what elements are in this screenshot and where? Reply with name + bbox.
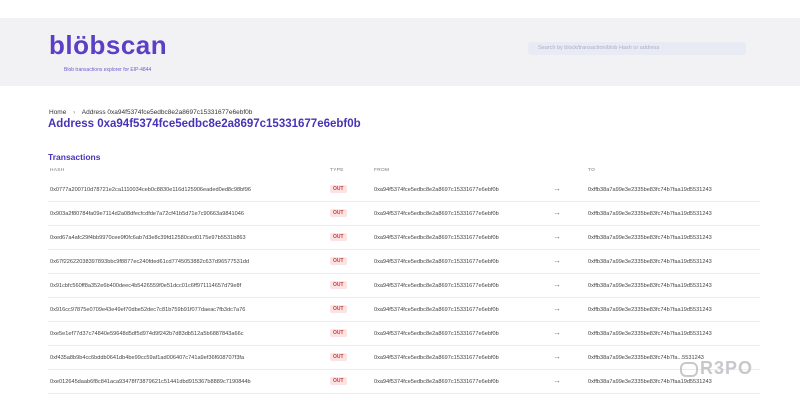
breadcrumb-separator: › <box>73 109 76 116</box>
tx-hash-link[interactable]: 0xe012645daab6f8c841aca93478f73879621c51… <box>50 379 251 385</box>
tx-type-badge: OUT <box>330 185 347 193</box>
tx-type-badge: OUT <box>330 329 347 337</box>
tx-to-link[interactable]: 0xffb38a7a99e3e2335be83fc74b7fa...553124… <box>588 355 704 361</box>
tx-from-link[interactable]: 0xa94f5374fce5edbc8e2a8697c15331677e6ebf… <box>374 307 499 313</box>
tx-hash-link[interactable]: 0x903a2f80784fa09e7114d2a08dfecfcdfde7a7… <box>50 211 244 217</box>
tx-to-link[interactable]: 0xffb38a7a99e3e2335be83fc74b7faa19d55312… <box>588 379 712 385</box>
tx-type-badge: OUT <box>330 257 347 265</box>
tx-type-badge: OUT <box>330 209 347 217</box>
table-row[interactable]: 0xed67a4afc29f4bb9970cee9f0fc6ab7d3e8c39… <box>48 226 760 250</box>
arrow-right-icon: → <box>553 232 561 241</box>
tx-hash-link[interactable]: 0xed67a4afc29f4bb9970cee9f0fc6ab7d3e8c39… <box>50 235 246 241</box>
tx-to-link[interactable]: 0xffb38a7a99e3e2335be83fc74b7faa19d55312… <box>588 283 712 289</box>
arrow-right-icon: → <box>553 328 561 337</box>
arrow-right-icon: → <box>553 304 561 313</box>
arrow-right-icon: → <box>553 280 561 289</box>
tx-type-badge: OUT <box>330 305 347 313</box>
tx-hash-link[interactable]: 0xf435a8b9b4cc6bddb0641db4be99cc59af1ad0… <box>50 355 244 361</box>
tx-from-link[interactable]: 0xa94f5374fce5edbc8e2a8697c15331677e6ebf… <box>374 235 499 241</box>
tx-from-link[interactable]: 0xa94f5374fce5edbc8e2a8697c15331677e6ebf… <box>374 283 499 289</box>
breadcrumb-current: Address 0xa94f5374fce5edbc8e2a8697c15331… <box>81 109 253 116</box>
tx-type-badge: OUT <box>330 377 347 385</box>
transactions-title: Transactions <box>48 152 101 162</box>
tx-from-link[interactable]: 0xa94f5374fce5edbc8e2a8697c15331677e6ebf… <box>374 211 499 217</box>
table-row[interactable]: 0x903a2f80784fa09e7114d2a08dfecfcdfde7a7… <box>48 202 760 226</box>
tx-hash-link[interactable]: 0xe5e1ef77d37c74840e59648d5df5d974d9f242… <box>50 331 244 337</box>
blobscan-logo[interactable]: blöbscan <box>49 30 167 60</box>
tx-from-link[interactable]: 0xa94f5374fce5edbc8e2a8697c15331677e6ebf… <box>374 355 499 361</box>
tx-to-link[interactable]: 0xffb38a7a99e3e2335be83fc74b7faa19d55312… <box>588 235 712 241</box>
tx-to-link[interactable]: 0xffb38a7a99e3e2335be83fc74b7faa19d55312… <box>588 307 712 313</box>
tx-hash-link[interactable]: 0x67f22622038397893bbc9f8877ec240fded61c… <box>50 259 249 265</box>
tx-hash-link[interactable]: 0x916cc97875e0709e43e49ef70dbe52dec7c81b… <box>50 307 245 313</box>
table-row[interactable]: 0xe5e1ef77d37c74840e59648d5df5d974d9f242… <box>48 322 760 346</box>
page-title: Address 0xa94f5374fce5edbc8e2a8697c15331… <box>48 118 361 130</box>
arrow-right-icon: → <box>553 208 561 217</box>
table-row[interactable]: 0x67f22622038397893bbc9f8877ec240fded61c… <box>48 250 760 274</box>
tx-type-badge: OUT <box>330 353 347 361</box>
site-header: blöbscan Blob transactions explorer for … <box>0 18 800 86</box>
tx-hash-link[interactable]: 0x0777a200710d78721e2ca1110034ceb0c8830e… <box>50 187 251 193</box>
tx-to-link[interactable]: 0xffb38a7a99e3e2335be83fc74b7faa19d55312… <box>588 331 712 337</box>
column-header-type: TYPE <box>330 168 344 173</box>
column-header-from: FROM <box>374 168 390 173</box>
tx-from-link[interactable]: 0xa94f5374fce5edbc8e2a8697c15331677e6ebf… <box>374 331 499 337</box>
watermark: R3PO <box>700 358 754 378</box>
tx-to-link[interactable]: 0xffb38a7a99e3e2335be83fc74b7faa19d55312… <box>588 259 712 265</box>
breadcrumb-home-link[interactable]: Home <box>49 109 66 116</box>
column-header-to: TO <box>588 168 596 173</box>
tagline: Blob transactions explorer for EIP-4844 <box>64 67 152 73</box>
table-row[interactable]: 0x0777a200710d78721e2ca1110034ceb0c8830e… <box>48 178 760 202</box>
table-row[interactable]: 0x916cc97875e0709e43e49ef70dbe52dec7c81b… <box>48 298 760 322</box>
table-row[interactable]: 0xf435a8b9b4cc6bddb0641db4be99cc59af1ad0… <box>48 346 760 370</box>
column-header-hash: HASH <box>50 168 65 173</box>
search-input[interactable]: Search by block/transaction/blob Hash or… <box>528 42 746 55</box>
arrow-right-icon: → <box>553 256 561 265</box>
tx-type-badge: OUT <box>330 233 347 241</box>
tx-from-link[interactable]: 0xa94f5374fce5edbc8e2a8697c15331677e6ebf… <box>374 259 499 265</box>
wechat-icon <box>680 362 698 377</box>
tx-to-link[interactable]: 0xffb38a7a99e3e2335be83fc74b7faa19d55312… <box>588 187 712 193</box>
tx-type-badge: OUT <box>330 281 347 289</box>
tx-from-link[interactable]: 0xa94f5374fce5edbc8e2a8697c15331677e6ebf… <box>374 187 499 193</box>
breadcrumb: Home › Address 0xa94f5374fce5edbc8e2a869… <box>49 109 252 116</box>
tx-to-link[interactable]: 0xffb38a7a99e3e2335be83fc74b7faa19d55312… <box>588 211 712 217</box>
arrow-right-icon: → <box>553 184 561 193</box>
table-row[interactable]: 0x91cbfc560ff8a352e6b400deec4b5426559f0e… <box>48 274 760 298</box>
table-row[interactable]: 0xe012645daab6f8c841aca93478f73879621c51… <box>48 370 760 394</box>
arrow-right-icon: → <box>553 352 561 361</box>
tx-hash-link[interactable]: 0x91cbfc560ff8a352e6b400deec4b5426559f0e… <box>50 283 241 289</box>
tx-from-link[interactable]: 0xa94f5374fce5edbc8e2a8697c15331677e6ebf… <box>374 379 499 385</box>
arrow-right-icon: → <box>553 376 561 385</box>
